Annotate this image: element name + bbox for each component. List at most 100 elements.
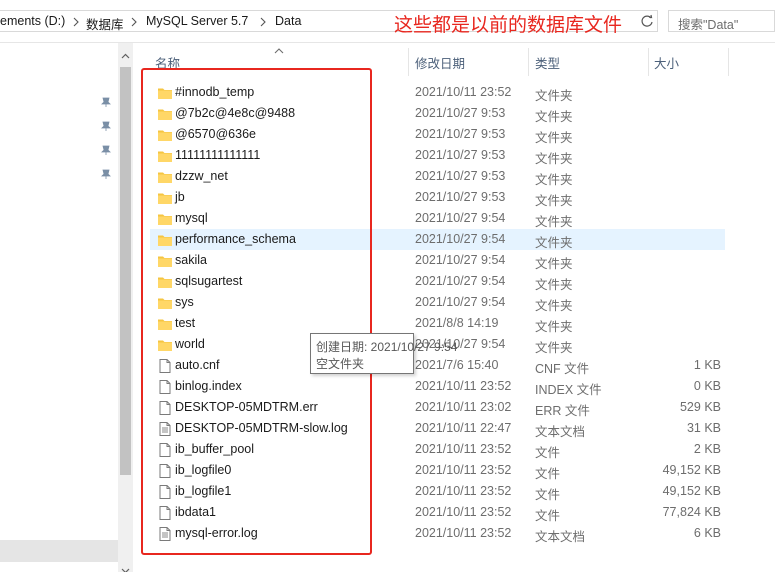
nav-scrollbar[interactable] — [118, 43, 133, 572]
column-divider[interactable] — [408, 48, 409, 76]
file-size: 529 KB — [679, 400, 721, 414]
file-name: mysql-error.log — [175, 526, 258, 540]
scroll-down-icon[interactable] — [121, 563, 130, 572]
file-name: DESKTOP-05MDTRM-slow.log — [175, 421, 348, 435]
file-row[interactable]: DESKTOP-05MDTRM-slow.log 2021/10/11 22:47… — [150, 418, 725, 439]
search-placeholder: 搜索"Data" — [678, 18, 739, 32]
file-type: 文本文档 — [535, 425, 586, 439]
file-row[interactable]: performance_schema 2021/10/27 9:54 文件夹 — [150, 229, 725, 250]
file-row[interactable]: test 2021/8/8 14:19 文件夹 — [150, 313, 725, 334]
file-size: 6 KB — [693, 526, 721, 540]
file-icon — [157, 442, 173, 458]
chevron-right-icon[interactable] — [70, 15, 82, 29]
column-header-type[interactable]: 类型 — [535, 53, 560, 75]
breadcrumb-drive[interactable]: ements (D:) — [0, 14, 65, 30]
folder-icon — [157, 337, 173, 353]
file-name: DESKTOP-05MDTRM.err — [175, 400, 318, 414]
pin-icon[interactable] — [100, 96, 112, 108]
column-divider[interactable] — [648, 48, 649, 76]
file-date: 2021/10/11 23:52 — [415, 442, 512, 456]
file-type: 文件夹 — [535, 236, 573, 250]
sort-ascending-icon — [274, 44, 284, 54]
column-divider[interactable] — [528, 48, 529, 76]
text-file-icon — [157, 526, 173, 542]
folder-icon — [157, 106, 173, 122]
folder-icon — [157, 148, 173, 164]
folder-icon — [157, 211, 173, 227]
file-icon — [157, 463, 173, 479]
file-size: 2 KB — [693, 442, 721, 456]
file-icon — [157, 484, 173, 500]
file-row[interactable]: DESKTOP-05MDTRM.err 2021/10/11 23:02 ERR 文… — [150, 397, 725, 418]
file-row[interactable]: @7b2c@4e8c@9488 2021/10/27 9:53 文件夹 — [150, 103, 725, 124]
file-date: 2021/10/11 23:52 — [415, 463, 512, 477]
file-row[interactable]: ib_logfile0 2021/10/11 23:52 文件 49,152 KB — [150, 460, 725, 481]
refresh-icon[interactable] — [640, 14, 654, 28]
column-header-date[interactable]: 修改日期 — [415, 53, 465, 75]
scroll-up-icon[interactable] — [121, 48, 130, 62]
folder-icon — [157, 85, 173, 101]
file-name: #innodb_temp — [175, 85, 255, 99]
file-date: 2021/10/27 9:53 — [415, 148, 506, 162]
file-size: 49,152 KB — [662, 484, 721, 498]
file-row[interactable]: #innodb_temp 2021/10/11 23:52 文件夹 — [150, 82, 725, 103]
file-row[interactable]: sys 2021/10/27 9:54 文件夹 — [150, 292, 725, 313]
search-input[interactable]: 搜索"Data" — [668, 10, 775, 32]
chevron-right-icon[interactable] — [257, 15, 269, 29]
file-type: 文件 — [535, 509, 561, 523]
file-row[interactable]: ib_buffer_pool 2021/10/11 23:52 文件 2 KB — [150, 439, 725, 460]
pin-icon[interactable] — [100, 120, 112, 132]
file-name: sqlsugartest — [175, 274, 243, 288]
file-date: 2021/10/27 9:54 — [415, 274, 506, 288]
file-row[interactable]: ib_logfile1 2021/10/11 23:52 文件 49,152 KB — [150, 481, 725, 502]
file-icon — [157, 400, 173, 416]
file-date: 2021/10/27 9:53 — [415, 169, 506, 183]
file-row[interactable]: binlog.index 2021/10/11 23:52 INDEX 文件 0 KB — [150, 376, 725, 397]
pin-icon[interactable] — [100, 144, 112, 156]
file-name: ib_logfile1 — [175, 484, 232, 498]
address-bar: ements (D:) 数据库 MySQL Server 5.7 Data 搜索… — [0, 0, 775, 43]
file-date: 2021/10/27 9:54 — [415, 232, 506, 246]
scrollbar-thumb[interactable] — [120, 67, 131, 475]
file-row[interactable]: @6570@636e 2021/10/27 9:53 文件夹 — [150, 124, 725, 145]
file-date: 2021/10/11 23:02 — [415, 400, 512, 414]
file-date: 2021/10/11 23:52 — [415, 484, 512, 498]
file-type: 文件夹 — [535, 89, 573, 103]
column-divider[interactable] — [728, 48, 729, 76]
file-name: sys — [175, 295, 194, 309]
file-row[interactable]: ibdata1 2021/10/11 23:52 文件 77,824 KB — [150, 502, 725, 523]
file-name: ibdata1 — [175, 505, 217, 519]
file-type: CNF 文件 — [535, 362, 590, 376]
file-type: 文本文档 — [535, 530, 586, 544]
chevron-right-icon[interactable] — [128, 15, 140, 29]
file-size: 0 KB — [693, 379, 721, 393]
file-date: 2021/10/11 22:47 — [415, 421, 512, 435]
file-row[interactable]: sqlsugartest 2021/10/27 9:54 文件夹 — [150, 271, 725, 292]
file-row[interactable]: jb 2021/10/27 9:53 文件夹 — [150, 187, 725, 208]
file-size: 1 KB — [693, 358, 721, 372]
pin-icon[interactable] — [100, 168, 112, 180]
breadcrumb-mysql-server[interactable]: MySQL Server 5.7 — [146, 14, 248, 30]
nav-item-selected[interactable] — [0, 540, 118, 562]
column-header-name[interactable]: 名称 — [155, 53, 180, 75]
file-row[interactable]: mysql-error.log 2021/10/11 23:52 文本文档 6 KB — [150, 523, 725, 544]
file-row[interactable]: 11111111111111 2021/10/27 9:53 文件夹 — [150, 145, 725, 166]
column-header-size[interactable]: 大小 — [654, 53, 679, 75]
breadcrumb-data[interactable]: Data — [275, 14, 301, 30]
file-size: 77,824 KB — [662, 505, 721, 519]
file-date: 2021/10/27 9:53 — [415, 127, 506, 141]
breadcrumb-database[interactable]: 数据库 — [86, 14, 124, 32]
file-row[interactable]: auto.cnf 2021/7/6 15:40 CNF 文件 1 KB — [150, 355, 725, 376]
file-size: 31 KB — [686, 421, 721, 435]
file-type: 文件 — [535, 467, 561, 481]
file-row[interactable]: dzzw_net 2021/10/27 9:53 文件夹 — [150, 166, 725, 187]
file-type: 文件夹 — [535, 173, 573, 187]
file-date: 2021/10/27 9:53 — [415, 106, 506, 120]
file-name: mysql — [175, 211, 208, 225]
file-name: @6570@636e — [175, 127, 256, 141]
folder-icon — [157, 316, 173, 332]
file-row[interactable]: mysql 2021/10/27 9:54 文件夹 — [150, 208, 725, 229]
folder-icon — [157, 274, 173, 290]
file-date: 2021/8/8 14:19 — [415, 316, 499, 330]
file-row[interactable]: sakila 2021/10/27 9:54 文件夹 — [150, 250, 725, 271]
